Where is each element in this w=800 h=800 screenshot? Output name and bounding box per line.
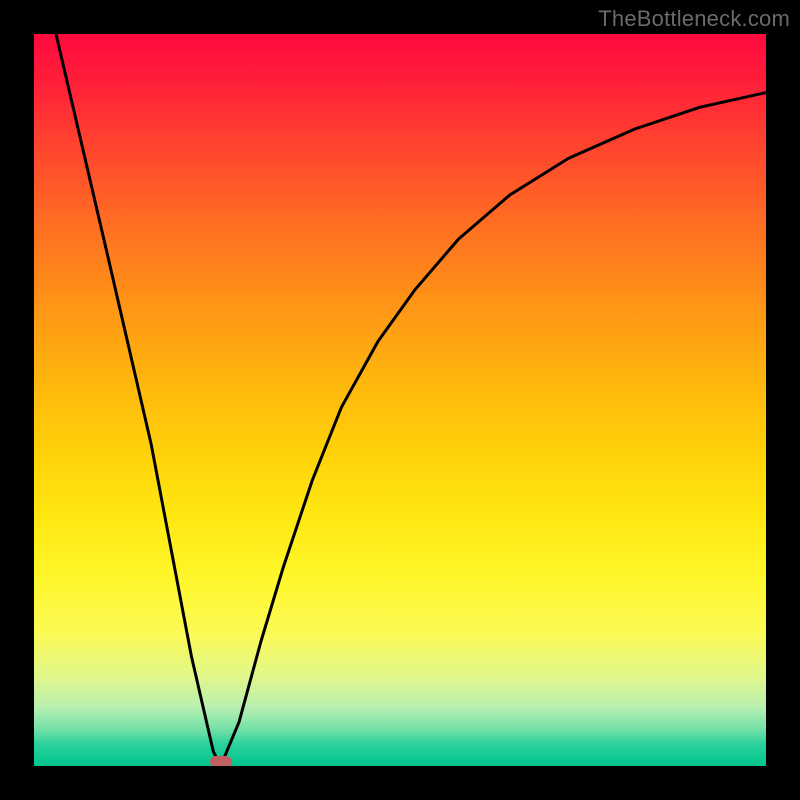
plot-area [34, 34, 766, 766]
watermark-text: TheBottleneck.com [598, 6, 790, 32]
minimum-marker [210, 756, 232, 766]
chart-frame: TheBottleneck.com [0, 0, 800, 800]
curve-path [56, 34, 766, 766]
curve-layer [34, 34, 766, 766]
